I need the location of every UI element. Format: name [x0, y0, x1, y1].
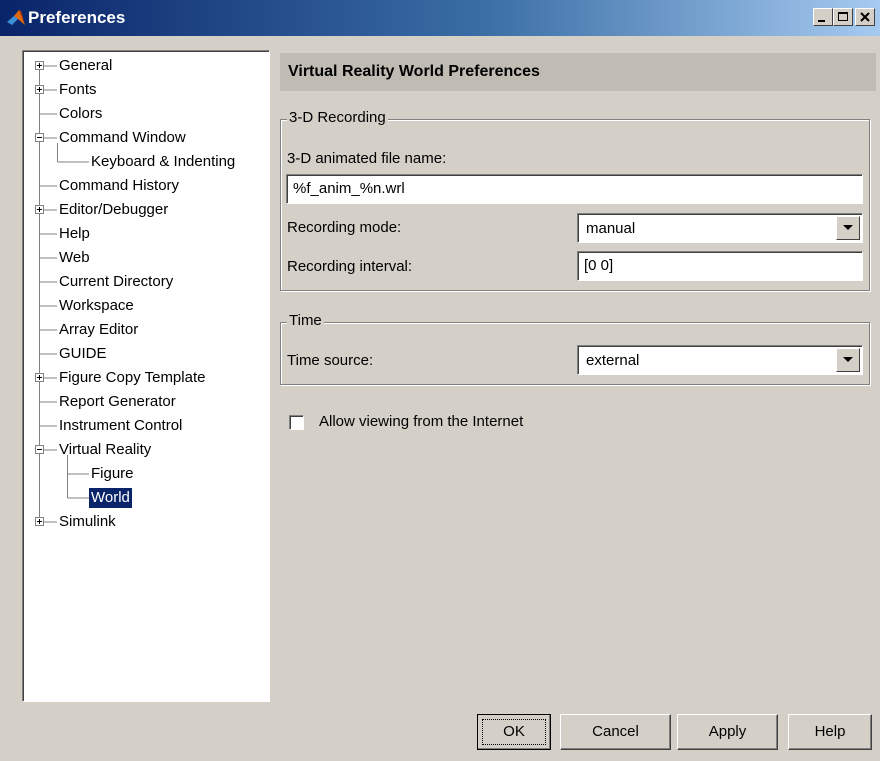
- tree-item-web[interactable]: Web: [57, 248, 92, 268]
- tree-item-guide[interactable]: GUIDE: [57, 344, 109, 364]
- cancel-button-label: Cancel: [592, 723, 639, 740]
- collapse-command-window-icon[interactable]: [35, 133, 44, 142]
- chevron-down-icon: [843, 225, 853, 230]
- apply-button-label: Apply: [708, 723, 747, 740]
- collapse-virtual-reality-icon[interactable]: [35, 445, 44, 454]
- chevron-down-icon: [843, 357, 853, 362]
- minimize-icon: [818, 20, 825, 22]
- tree-item-workspace[interactable]: Workspace: [57, 296, 136, 316]
- expand-figure-copy-template-icon[interactable]: [35, 373, 44, 382]
- recording-mode-label: Recording mode:: [287, 219, 402, 236]
- recording-mode-value: manual: [586, 220, 636, 237]
- recording-interval-value: [0 0]: [584, 257, 614, 274]
- tree-item-array-editor[interactable]: Array Editor: [57, 320, 140, 340]
- preferences-tree[interactable]: General Fonts Colors Command Window Keyb…: [22, 50, 270, 702]
- maximize-button[interactable]: [833, 8, 853, 26]
- ok-button[interactable]: OK: [477, 714, 551, 750]
- internet-viewing-checkbox[interactable]: [289, 415, 304, 430]
- tree-item-editor-debugger[interactable]: Editor/Debugger: [57, 200, 170, 220]
- close-button[interactable]: [855, 8, 875, 26]
- file-name-input[interactable]: %f_anim_%n.wrl: [286, 174, 863, 204]
- tree-item-keyboard-indenting[interactable]: Keyboard & Indenting: [89, 152, 237, 172]
- tree-item-command-history[interactable]: Command History: [57, 176, 181, 196]
- tree-item-virtual-reality[interactable]: Virtual Reality: [57, 440, 153, 460]
- recording-group-legend: 3-D Recording: [287, 109, 388, 126]
- tree-item-colors[interactable]: Colors: [57, 104, 104, 124]
- ok-focus-rect: [482, 719, 546, 745]
- preferences-window: Preferences General Fonts Colors Command…: [0, 0, 880, 761]
- window-title: Preferences: [28, 8, 126, 27]
- title-bar[interactable]: Preferences: [0, 0, 880, 36]
- tree-item-figure-copy-template[interactable]: Figure Copy Template: [57, 368, 207, 388]
- panel-title: Virtual Reality World Preferences: [288, 63, 540, 80]
- time-group-legend: Time: [287, 312, 324, 329]
- tree-item-current-directory[interactable]: Current Directory: [57, 272, 175, 292]
- help-button[interactable]: Help: [788, 714, 872, 750]
- expand-editor-debugger-icon[interactable]: [35, 205, 44, 214]
- tree-item-help[interactable]: Help: [57, 224, 92, 244]
- tree-item-report-generator[interactable]: Report Generator: [57, 392, 178, 412]
- recording-mode-select[interactable]: manual: [577, 213, 863, 243]
- internet-viewing-label[interactable]: Allow viewing from the Internet: [319, 413, 523, 430]
- time-source-label: Time source:: [287, 352, 374, 369]
- file-name-value: %f_anim_%n.wrl: [293, 180, 405, 197]
- help-button-label: Help: [814, 723, 846, 740]
- tree-item-general[interactable]: General: [57, 56, 114, 76]
- tree-item-figure[interactable]: Figure: [89, 464, 136, 484]
- time-source-value: external: [586, 352, 640, 369]
- close-icon: [860, 12, 870, 22]
- panel-header: Virtual Reality World Preferences: [280, 53, 876, 91]
- minimize-button[interactable]: [813, 8, 833, 26]
- expand-fonts-icon[interactable]: [35, 85, 44, 94]
- matlab-logo-icon: [7, 10, 25, 25]
- tree-item-instrument-control[interactable]: Instrument Control: [57, 416, 184, 436]
- expand-general-icon[interactable]: [35, 61, 44, 70]
- recording-mode-dropdown-button[interactable]: [836, 216, 860, 240]
- tree-item-world[interactable]: World: [89, 488, 132, 508]
- expand-simulink-icon[interactable]: [35, 517, 44, 526]
- recording-interval-label: Recording interval:: [287, 258, 413, 275]
- tree-item-command-window[interactable]: Command Window: [57, 128, 188, 148]
- maximize-icon: [838, 12, 848, 21]
- tree-item-fonts[interactable]: Fonts: [57, 80, 99, 100]
- apply-button[interactable]: Apply: [677, 714, 778, 750]
- tree-item-simulink[interactable]: Simulink: [57, 512, 118, 532]
- cancel-button[interactable]: Cancel: [560, 714, 671, 750]
- recording-interval-input[interactable]: [0 0]: [577, 251, 863, 281]
- time-source-select[interactable]: external: [577, 345, 863, 375]
- file-name-label: 3-D animated file name:: [287, 150, 447, 167]
- time-source-dropdown-button[interactable]: [836, 348, 860, 372]
